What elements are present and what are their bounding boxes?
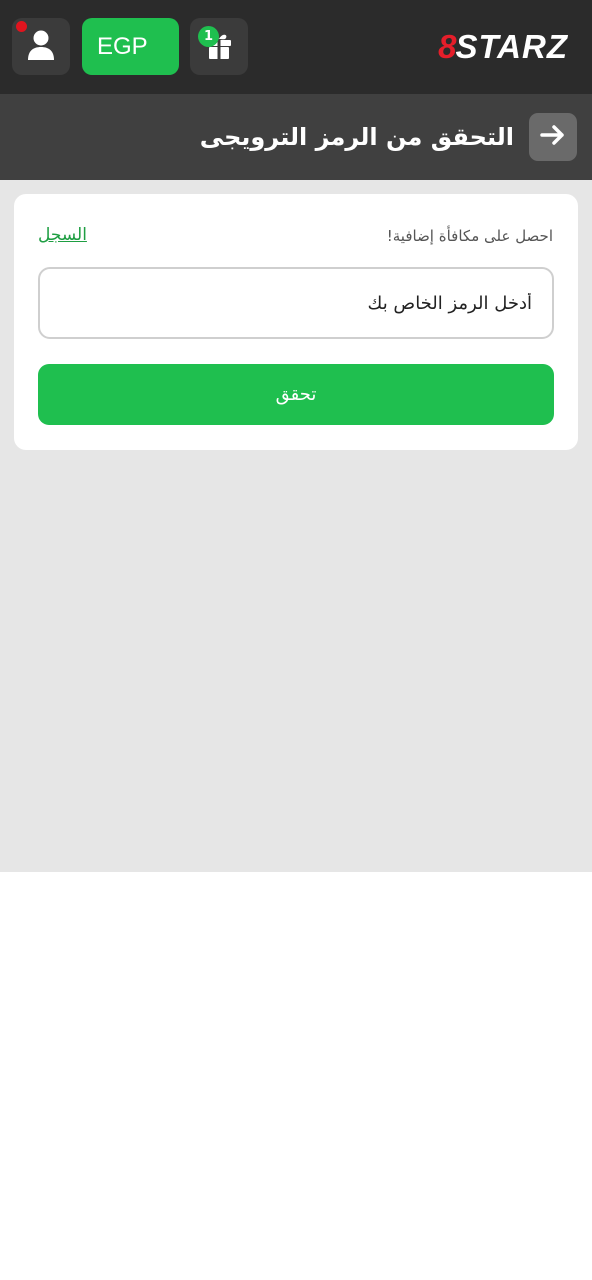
content-area: احصل على مكافأة إضافية! السجل تحقق <box>0 180 592 872</box>
register-link[interactable]: السجل <box>38 225 87 245</box>
back-button[interactable] <box>529 113 577 161</box>
bonus-hint: احصل على مكافأة إضافية! <box>386 227 553 245</box>
brand-logo[interactable]: 8 STARZ <box>438 27 568 67</box>
verify-button[interactable]: تحقق <box>38 364 554 425</box>
profile-button[interactable] <box>12 18 70 75</box>
logo-text: STARZ <box>455 28 568 65</box>
page-title: التحقق من الرمز الترويجى <box>199 123 514 151</box>
page-header: التحقق من الرمز الترويجى <box>0 94 592 180</box>
gift-count-badge: 1 <box>198 26 219 47</box>
gifts-button[interactable]: 1 <box>190 18 248 75</box>
currency-button[interactable]: EGP <box>82 18 179 75</box>
promo-code-input[interactable] <box>38 267 554 339</box>
top-bar: EGP 1 8 STARZ <box>0 0 592 94</box>
promo-code-card: احصل على مكافأة إضافية! السجل تحقق <box>14 194 578 450</box>
notification-dot <box>16 21 27 32</box>
logo-mark: 8 <box>438 28 456 65</box>
user-icon <box>27 29 55 65</box>
arrow-right-icon <box>540 124 566 150</box>
